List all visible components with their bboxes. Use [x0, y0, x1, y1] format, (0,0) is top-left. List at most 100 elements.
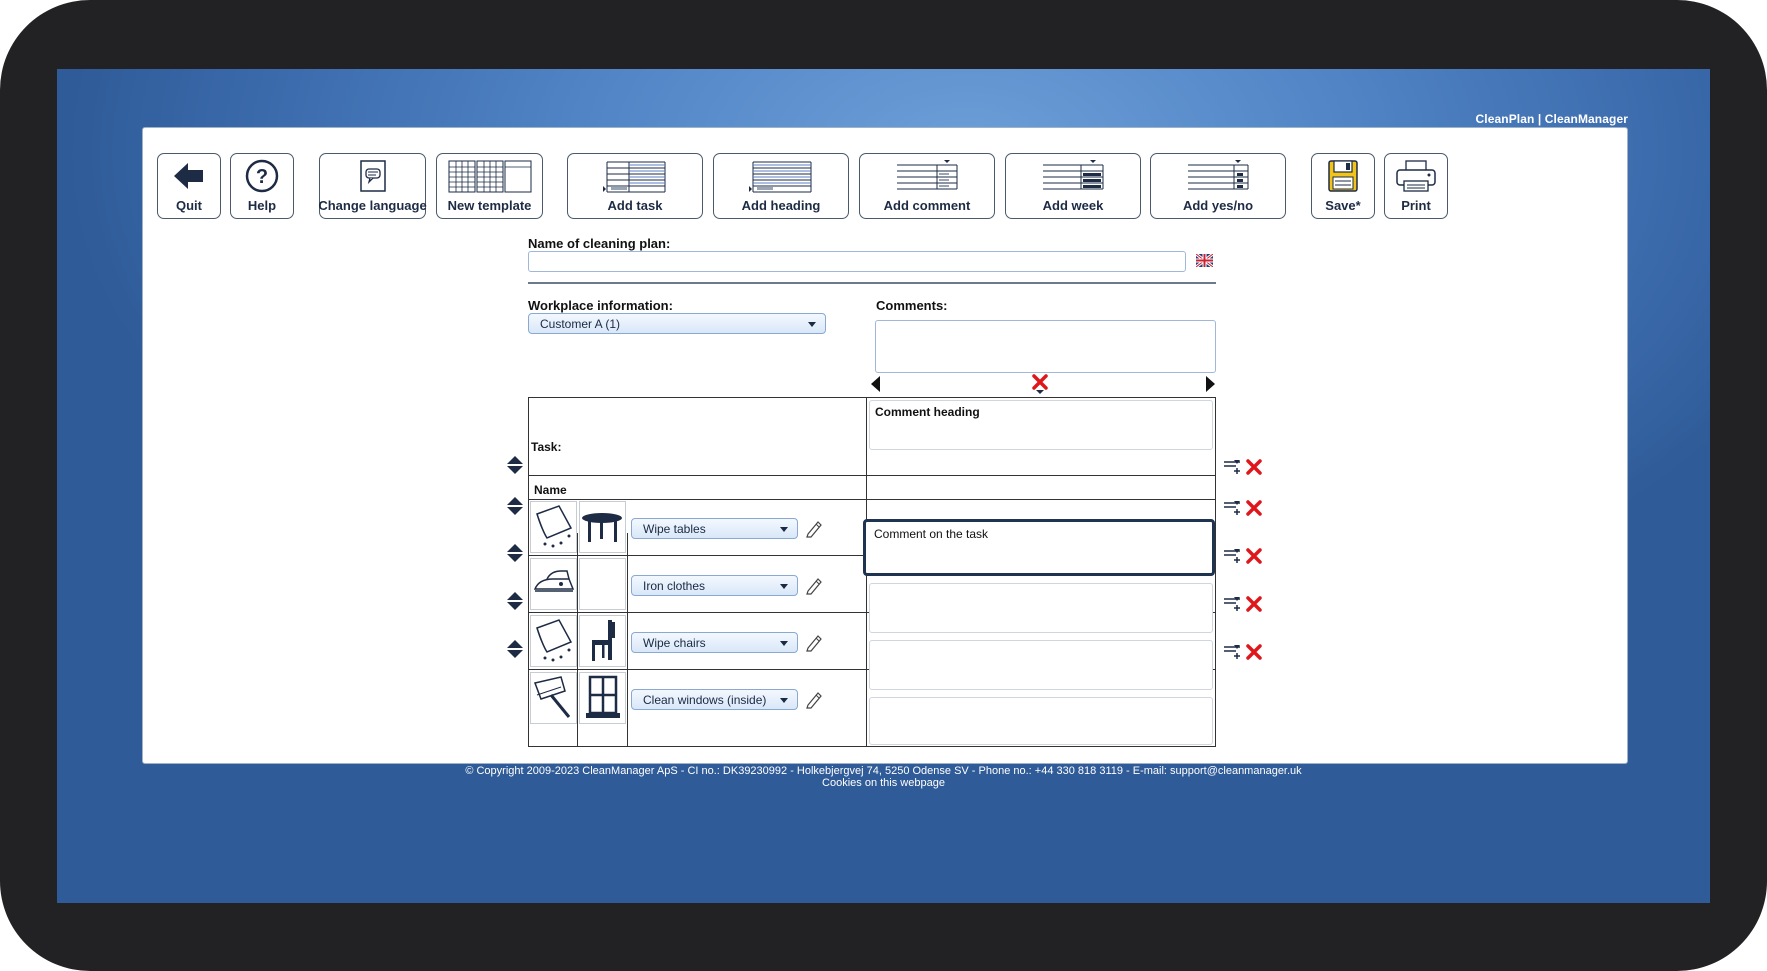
add-yes-no-label: Add yes/no	[1182, 198, 1254, 213]
add-week-label: Add week	[1042, 198, 1104, 213]
comment-heading-cell[interactable]: Comment heading	[869, 400, 1213, 450]
task-select[interactable]: Iron clothes	[631, 575, 798, 596]
back-arrow-icon	[174, 163, 203, 189]
delete-row-icon[interactable]	[1245, 458, 1263, 476]
table-add-week-icon	[1043, 160, 1104, 190]
insert-row-icon[interactable]	[1223, 459, 1243, 475]
save-label: Save*	[1325, 198, 1361, 213]
task-image[interactable]	[530, 615, 577, 667]
object-image[interactable]	[579, 672, 626, 724]
help-label: Help	[247, 198, 277, 213]
add-task-button[interactable]: Add task	[567, 153, 703, 219]
chevron-down-icon	[780, 641, 788, 646]
add-comment-button[interactable]: Add comment	[859, 153, 995, 219]
help-icon: ?	[245, 159, 279, 193]
task-comment-cell[interactable]	[869, 640, 1213, 690]
delete-row-icon[interactable]	[1245, 547, 1263, 565]
comments-label: Comments:	[876, 298, 948, 313]
chair-icon	[592, 620, 615, 661]
task-select-value: Wipe chairs	[643, 636, 706, 650]
move-column-right-icon[interactable]	[1206, 376, 1215, 392]
task-comment-cell[interactable]	[869, 583, 1213, 633]
sort-handle-icon[interactable]	[506, 496, 524, 516]
svg-text:?: ?	[256, 166, 268, 188]
task-image[interactable]	[530, 501, 577, 553]
comments-textarea[interactable]	[875, 320, 1216, 373]
browser-viewport: CleanPlan | CleanManager Quit ? Help Cha…	[57, 69, 1710, 903]
add-heading-label: Add heading	[741, 198, 821, 213]
name-header: Name	[534, 483, 567, 497]
help-button[interactable]: ? Help	[230, 153, 294, 219]
grid-divider	[627, 533, 628, 747]
task-select-value: Wipe tables	[643, 522, 706, 536]
chevron-down-icon	[780, 584, 788, 589]
quit-button[interactable]: Quit	[157, 153, 221, 219]
insert-row-icon[interactable]	[1223, 596, 1243, 612]
quit-label: Quit	[176, 198, 202, 213]
insert-row-icon[interactable]	[1223, 500, 1243, 516]
change-language-label: Change language	[318, 198, 427, 213]
brand-label: CleanPlan | CleanManager	[1475, 112, 1628, 126]
sort-handle-icon[interactable]	[506, 639, 524, 659]
task-image[interactable]	[530, 558, 577, 610]
print-button[interactable]: Print	[1384, 153, 1448, 219]
delete-column-icon[interactable]	[1031, 374, 1049, 394]
task-comment-cell[interactable]	[869, 697, 1213, 745]
squeegee-icon	[533, 676, 571, 718]
print-label: Print	[1401, 198, 1431, 213]
plan-name-input[interactable]	[528, 251, 1186, 272]
pencil-icon[interactable]	[805, 518, 823, 538]
table-furniture-icon	[582, 513, 622, 542]
insert-row-icon[interactable]	[1223, 644, 1243, 660]
pencil-icon[interactable]	[805, 575, 823, 595]
chevron-down-icon	[808, 322, 816, 327]
chevron-down-icon	[780, 698, 788, 703]
move-column-left-icon[interactable]	[871, 376, 880, 392]
template-grid-icon	[448, 160, 531, 193]
pencil-icon[interactable]	[805, 689, 823, 709]
delete-row-icon[interactable]	[1245, 643, 1263, 661]
uk-flag-icon[interactable]	[1196, 254, 1213, 267]
delete-row-icon[interactable]	[1245, 499, 1263, 517]
wipe-cloth-icon	[536, 505, 573, 548]
add-week-button[interactable]: Add week	[1005, 153, 1141, 219]
editor-panel: Quit ? Help Change language New template…	[142, 127, 1628, 764]
comment-heading-text: Comment heading	[875, 405, 980, 419]
task-select[interactable]: Clean windows (inside)	[631, 689, 798, 710]
printer-icon	[1396, 160, 1436, 192]
table-add-heading-icon	[749, 161, 812, 193]
insert-row-icon[interactable]	[1223, 548, 1243, 564]
task-select[interactable]: Wipe tables	[631, 518, 798, 539]
pencil-icon[interactable]	[805, 632, 823, 652]
footer-copyright: © Copyright 2009-2023 CleanManager ApS -…	[465, 765, 1302, 777]
wipe-cloth-icon	[536, 619, 573, 662]
new-template-button[interactable]: New template	[436, 153, 543, 219]
grid-divider	[528, 499, 1216, 500]
task-comment-cell[interactable]: Comment on the task	[863, 519, 1215, 576]
grid-divider	[577, 533, 578, 747]
table-add-comment-icon	[897, 160, 958, 190]
change-language-button[interactable]: Change language	[318, 153, 427, 219]
task-image[interactable]	[530, 672, 577, 724]
object-image[interactable]	[579, 615, 626, 667]
task-select-value: Iron clothes	[643, 579, 706, 593]
task-comment-text: Comment on the task	[874, 527, 989, 541]
task-column-label: Task:	[531, 440, 562, 454]
sort-handle-icon[interactable]	[506, 591, 524, 611]
add-comment-label: Add comment	[883, 198, 971, 213]
object-image[interactable]	[579, 501, 626, 553]
sort-handle-icon[interactable]	[506, 455, 524, 475]
add-heading-button[interactable]: Add heading	[713, 153, 849, 219]
speech-bubble-icon	[359, 160, 386, 192]
object-image[interactable]	[579, 558, 626, 610]
grid-divider	[528, 475, 1216, 476]
add-yes-no-button[interactable]: Add yes/no	[1150, 153, 1286, 219]
save-button[interactable]: Save*	[1311, 153, 1375, 219]
delete-row-icon[interactable]	[1245, 595, 1263, 613]
device-frame: CleanPlan | CleanManager Quit ? Help Cha…	[0, 0, 1767, 971]
cookies-link[interactable]: Cookies on this webpage	[57, 777, 1710, 789]
sort-handle-icon[interactable]	[506, 543, 524, 563]
task-select[interactable]: Wipe chairs	[631, 632, 798, 653]
workplace-select[interactable]: Customer A (1)	[528, 313, 826, 334]
iron-icon	[533, 570, 575, 592]
